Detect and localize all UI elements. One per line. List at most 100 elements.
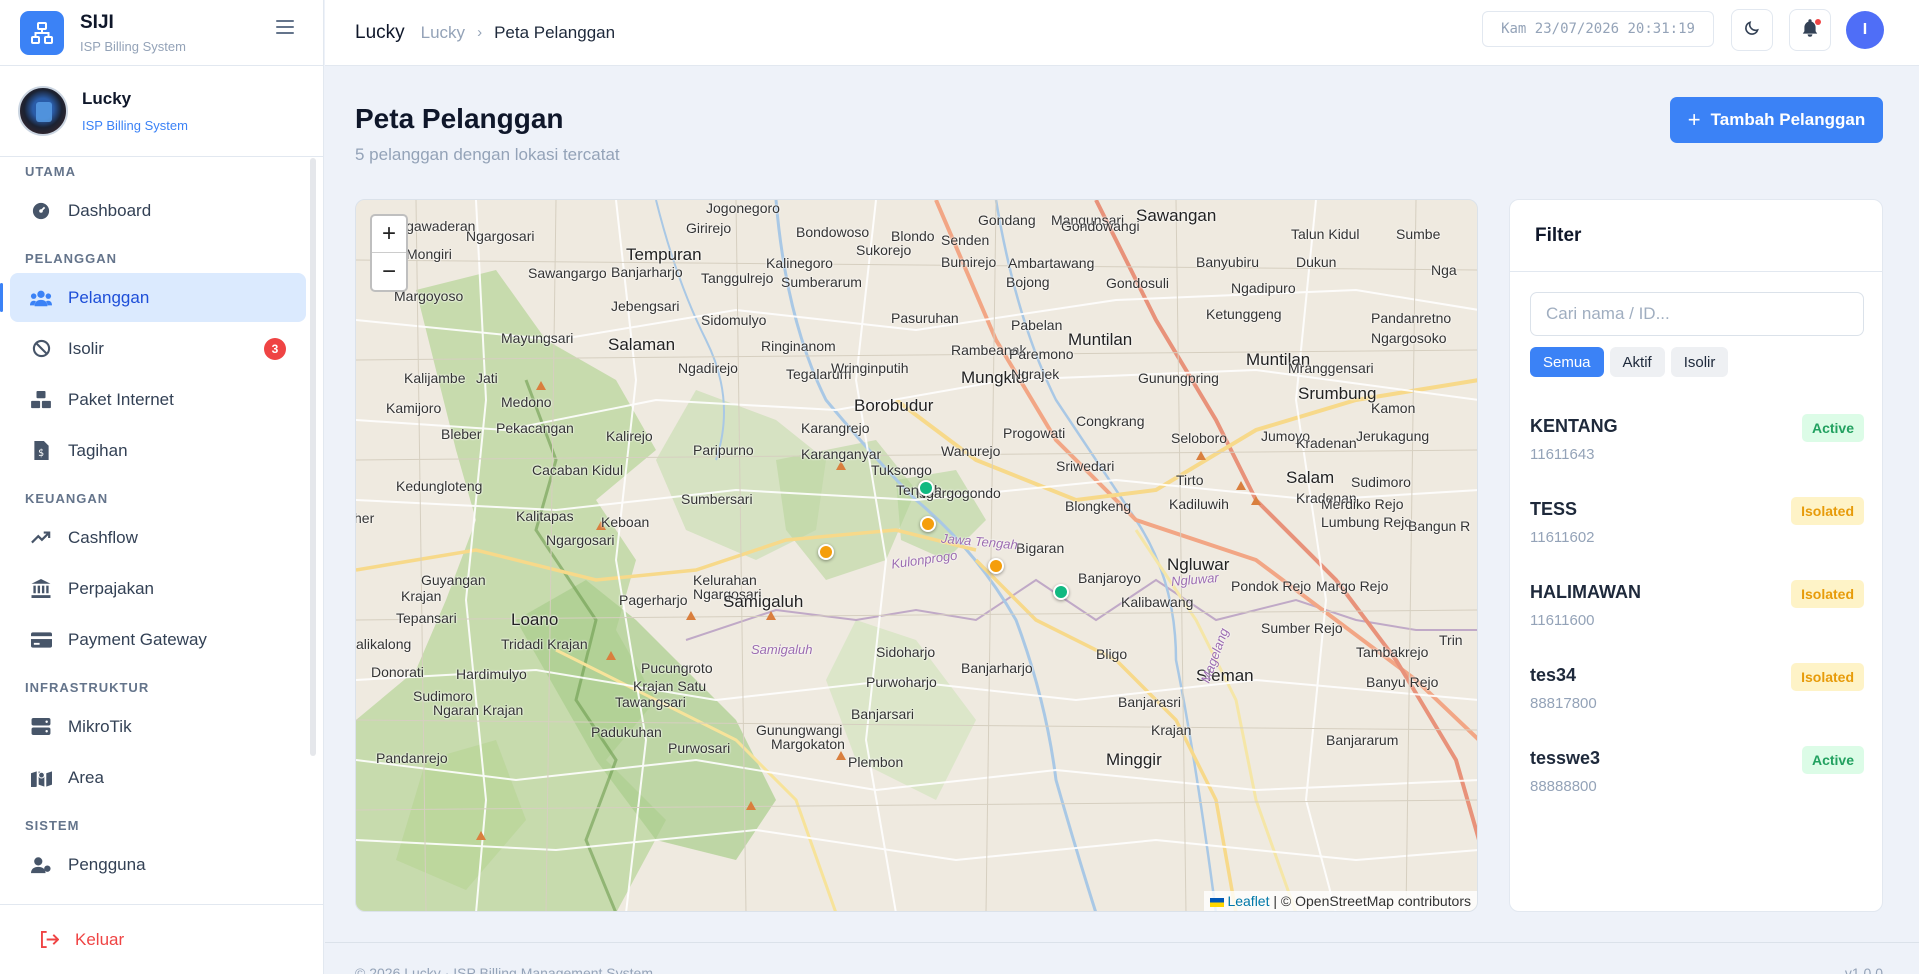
chip-isolir[interactable]: Isolir (1670, 347, 1729, 377)
topbar: Lucky Lucky › Peta Pelanggan Kam 23/07/2… (325, 0, 1919, 66)
svg-text:$: $ (38, 448, 44, 459)
leaflet-link[interactable]: Leaflet (1227, 893, 1269, 909)
section-label: KEUANGAN (25, 491, 109, 506)
customer-marker[interactable] (1053, 584, 1069, 600)
sidebar-item-isolir[interactable]: Isolir 3 (10, 324, 306, 373)
breadcrumb-link[interactable]: Lucky (421, 23, 465, 43)
user-avatar-button[interactable]: I (1846, 11, 1884, 49)
sidebar: SIJI ISP Billing System Lucky ISP Billin… (0, 0, 324, 974)
sidebar-item-paket-internet[interactable]: Paket Internet (10, 375, 306, 424)
logout-button[interactable]: Keluar (0, 904, 323, 974)
map-place-label: Pucungroto (641, 660, 713, 676)
sidebar-item-pelanggan[interactable]: Pelanggan (0, 273, 306, 322)
chevron-right-icon: › (477, 24, 483, 41)
search-input[interactable] (1530, 292, 1864, 336)
section-label: INFRASTRUKTUR (25, 680, 150, 695)
map-place-label: Kradenan (1296, 435, 1357, 451)
map-place-label: Kalinegoro (766, 255, 833, 271)
map-place-label: Banjarsari (851, 706, 915, 722)
network-icon (20, 10, 64, 55)
map-place-label: Sidoharjo (876, 644, 936, 660)
sidebar-scrollbar[interactable] (310, 158, 316, 756)
section-label: UTAMA (25, 164, 76, 179)
customer-id: 11611600 (1530, 612, 1595, 629)
isolir-count-badge: 3 (264, 338, 286, 360)
map-place-label: Kalirejo (606, 428, 653, 444)
map-place-label: Wringinputih (831, 360, 909, 376)
sidebar-item-tagihan[interactable]: $ Tagihan (10, 426, 306, 475)
map-place-label: Banjarharjo (611, 264, 683, 280)
list-item[interactable]: HALIMAWAN 11611600 Isolated (1530, 580, 1864, 663)
dashboard-icon (30, 200, 52, 222)
chip-aktif[interactable]: Aktif (1609, 347, 1665, 377)
zoom-in-button[interactable]: + (372, 216, 406, 253)
map-place-label: Kadiluwih (1169, 496, 1229, 512)
map-place-label: Minggir (1106, 750, 1162, 769)
sidebar-item-dashboard[interactable]: Dashboard (10, 186, 306, 235)
user-card: Lucky ISP Billing System (0, 66, 323, 157)
map-place-label: Kamijoro (386, 400, 442, 416)
list-item[interactable]: TESS 11611602 Isolated (1530, 497, 1864, 580)
sidebar-item-area[interactable]: Area (10, 753, 306, 802)
status-badge: Isolated (1791, 497, 1864, 525)
sidebar-item-label: Dashboard (68, 200, 152, 220)
map-place-label: Sumberarum (781, 274, 862, 290)
status-badge: Isolated (1791, 580, 1864, 608)
clock-display: Kam 23/07/2026 20:31:19 (1482, 11, 1714, 47)
customer-marker[interactable] (988, 558, 1004, 574)
map-place-label: Pabelan (1011, 317, 1063, 333)
map-place-label: Purwoharjo (866, 674, 937, 690)
sidebar-item-payment-gateway[interactable]: Payment Gateway (10, 615, 306, 664)
customer-id: 88817800 (1530, 695, 1597, 712)
map-place-label: Jebengsari (611, 298, 680, 314)
map-place-label: Kalijambe (404, 370, 466, 386)
map-place-label: Tepansari (396, 610, 457, 626)
notifications-button[interactable] (1789, 9, 1831, 51)
zoom-out-button[interactable]: − (372, 253, 406, 290)
map-place-label: Bojong (1006, 274, 1050, 290)
sidebar-item-perpajakan[interactable]: Perpajakan (10, 564, 306, 613)
theme-toggle-button[interactable] (1731, 9, 1773, 51)
map-place-label: Borobudur (854, 396, 934, 415)
map-place-label: Kamon (1371, 400, 1416, 416)
status-filter-chips: Semua Aktif Isolir (1530, 347, 1734, 377)
sidebar-item-cashflow[interactable]: Cashflow (10, 513, 306, 562)
status-badge: Active (1801, 746, 1864, 774)
add-customer-button[interactable]: + Tambah Pelanggan (1670, 97, 1883, 143)
map-place-label: Tridadi Krajan (501, 636, 588, 652)
map-place-label: Padukuhan (591, 724, 662, 740)
map-place-label: Tambakrejo (1356, 644, 1429, 660)
add-customer-label: Tambah Pelanggan (1710, 110, 1866, 129)
customer-map[interactable]: Jogonegoro Gondang Mangunsari Sawangan Talun… (355, 199, 1478, 912)
customer-marker[interactable] (818, 544, 834, 560)
ban-icon (30, 338, 52, 360)
customer-marker[interactable] (918, 480, 934, 496)
map-place-label: Senden (941, 232, 990, 248)
map-place-label: Samigaluh (723, 592, 804, 611)
map-place-label: Ambartawang (1008, 255, 1095, 271)
chip-semua[interactable]: Semua (1530, 347, 1604, 377)
footer: © 2026 Lucky · ISP Billing Management Sy… (325, 942, 1919, 974)
map-place-label: Krajan (1151, 722, 1192, 738)
bank-icon (30, 578, 52, 600)
map-place-label: Paremono (1009, 346, 1074, 362)
customer-marker[interactable] (920, 516, 936, 532)
map-place-label: Gunungpring (1138, 370, 1219, 386)
zoom-control: + − (370, 214, 408, 292)
map-place-label: Pekacangan (496, 420, 574, 436)
topbar-title: Lucky (355, 21, 405, 43)
list-item[interactable]: tes34 88817800 Isolated (1530, 663, 1864, 746)
sidebar-item-mikrotik[interactable]: MikroTik (10, 702, 306, 751)
list-item[interactable]: KENTANG 11611643 Active (1530, 414, 1864, 497)
menu-toggle-icon[interactable] (276, 20, 294, 36)
map-place-label: Gondang (978, 212, 1036, 228)
sidebar-item-pengguna[interactable]: Pengguna (10, 840, 306, 889)
brand-name: SIJI (80, 11, 114, 33)
map-place-label: Bligo (1096, 646, 1128, 662)
sidebar-item-label: Pelanggan (68, 287, 150, 307)
map-place-label: Pandanretno (1371, 310, 1452, 326)
map-place-label: Gondosuli (1106, 275, 1170, 291)
map-place-label: Jati (476, 370, 498, 386)
list-item[interactable]: tesswe3 88888800 Active (1530, 746, 1864, 829)
map-place-label: Jerukagung (1356, 428, 1430, 444)
